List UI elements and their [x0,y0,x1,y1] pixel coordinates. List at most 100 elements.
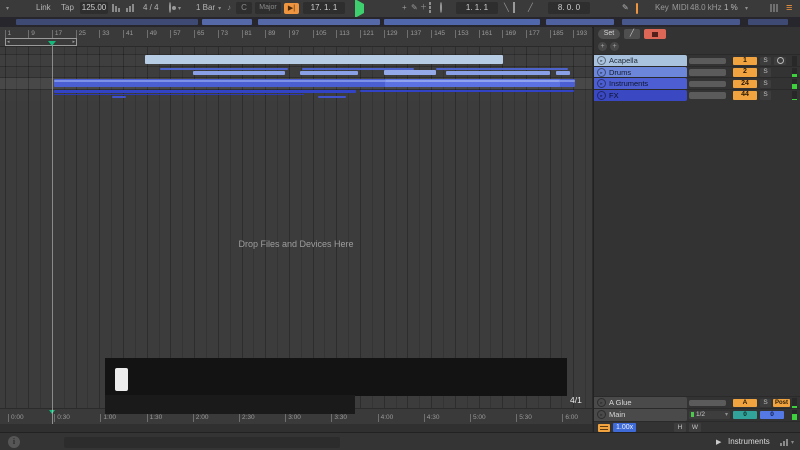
arrangement-clip[interactable] [112,96,126,98]
keyboard-icon [636,3,638,14]
solo-button[interactable]: S [760,91,771,100]
arrangement-clip[interactable] [300,71,358,75]
arrangement-clip[interactable] [384,70,436,75]
arm-button[interactable] [774,57,786,66]
post-button[interactable]: Post [773,399,790,408]
grid-line [396,46,397,408]
tap-tempo-button[interactable]: Tap [61,2,74,14]
output-meter-icon[interactable]: ▾ [780,438,794,446]
solo-button[interactable]: S [760,57,771,66]
capture-midi-button[interactable]: ＋ [420,2,427,14]
beat-time-ruler[interactable]: ◂▸ 1917253341495765738189971051131211291… [0,27,592,47]
tempo-field[interactable]: 125.00 [80,2,108,14]
cpu-menu-button[interactable]: ▾ [745,2,748,14]
link-button[interactable]: Link [36,2,51,14]
track-assign-number[interactable]: 44 [733,91,757,100]
time-label: 3:30 [331,414,347,422]
session-record-button[interactable] [429,2,431,14]
arrangement-clip[interactable] [193,71,285,75]
arrangement-clip[interactable] [54,90,356,94]
send-a-badge[interactable]: A [733,399,757,408]
nudge-up-button[interactable] [126,2,134,14]
main-volume-field[interactable]: 0 [760,411,784,420]
scale-root-menu[interactable]: C [236,2,252,14]
draw-mode-button[interactable]: ✎ [622,2,629,14]
punch-in-button[interactable]: ╲ [504,2,509,14]
arrangement-position-field[interactable]: 17. 1. 1 [303,2,345,14]
track-volume-slider[interactable] [689,69,726,76]
return-track-header[interactable]: ▸A Glue A S Post [594,396,800,409]
arrangement-clip[interactable] [446,71,550,75]
arrangement-clip[interactable] [145,55,503,64]
solo-button[interactable]: S [760,68,771,77]
options-menu-button[interactable]: ▾ [4,2,9,14]
track-assign-number[interactable]: 24 [733,80,757,89]
play-button[interactable] [355,3,364,15]
back-to-arrangement-button[interactable] [644,29,666,39]
automation-mode-button[interactable]: ╱ [624,29,640,39]
track-volume-slider[interactable] [689,92,726,99]
overview-clip-segment [16,19,198,25]
zoom-amount-field[interactable]: 1.00x [613,423,636,432]
time-signature-field[interactable]: 4 / 4 [143,2,159,14]
info-icon[interactable]: i [8,436,20,448]
white-marker[interactable] [115,368,128,391]
return-track-name[interactable]: ▸A Glue [594,397,687,409]
track-assign-number[interactable]: 2 [733,68,757,77]
arrangement-clip[interactable] [54,94,304,96]
panel-circle-button-1[interactable]: + [598,42,607,51]
computer-midi-keyboard-button[interactable] [636,3,638,15]
arrangement-clip[interactable] [360,90,574,93]
hamburger-menu-button[interactable]: ≡ [786,2,792,14]
master-lane-region[interactable] [105,358,567,396]
grid-line [360,46,361,408]
arrangement-clip[interactable] [556,71,570,75]
track-assign-number[interactable]: 1 [733,57,757,66]
loop-brace[interactable]: ◂▸ [5,38,77,46]
metronome-button[interactable]: ▾ [169,2,181,14]
nudge-down-icon [112,3,120,12]
bar-number: 89 [265,30,275,38]
arrangement-clip[interactable] [160,68,288,71]
follow-button[interactable]: ▶| [284,3,299,14]
track-name[interactable]: ▸FX [594,90,687,102]
grid-line [182,46,183,408]
loop-region-button[interactable] [513,2,515,14]
optimize-height-button[interactable]: H [674,423,686,432]
solo-button[interactable]: S [760,80,771,89]
grid-line [277,46,278,408]
zoom-grid-icon[interactable] [598,424,610,432]
solo-button[interactable]: S [760,399,771,408]
panel-circle-button-2[interactable]: + [610,42,619,51]
loop-start-field[interactable]: 1. 1. 1 [456,2,498,14]
arrangement-area[interactable]: ◂▸ 1917253341495765738189971051131211291… [0,27,592,432]
master-lane-subregion[interactable] [105,395,355,414]
midi-overdub-button[interactable]: + [402,2,407,14]
scale-name-menu[interactable]: Major [255,2,281,14]
track-volume-slider[interactable] [689,58,726,65]
bar-number: 129 [384,30,398,38]
arrangement-clip[interactable] [385,80,560,82]
arrangement-clip[interactable] [318,96,346,98]
main-track-header[interactable]: ▸Main 1/2▾ 0 0 [594,408,800,421]
set-locator-button[interactable]: Set [598,29,620,39]
optimize-width-button[interactable]: W [689,423,701,432]
loop-toggle-button[interactable] [440,2,442,14]
cue-out-selector[interactable]: 1/2▾ [689,411,730,420]
automation-arm-button[interactable]: ✎ [411,2,418,14]
return-volume-slider[interactable] [689,400,726,407]
punch-out-button[interactable]: ╱ [528,2,533,14]
track-volume-slider[interactable] [689,81,726,88]
horizontal-scroll-area[interactable] [0,424,592,432]
track-header[interactable]: ▸FX 44S [594,89,800,102]
nudge-down-button[interactable] [112,2,120,14]
loop-length-field[interactable]: 8. 0. 0 [548,2,590,14]
cue-volume-field[interactable]: 0 [733,411,757,420]
quantize-menu[interactable]: 1 Bar▾ [196,2,221,14]
arrangement-clip[interactable] [436,68,568,71]
selected-track-label[interactable]: Instruments [728,437,770,446]
main-track-name[interactable]: ▸Main [594,409,687,421]
key-map-toggle[interactable]: Key [655,2,669,14]
bar-number: 145 [431,30,445,38]
midi-map-toggle[interactable]: MIDI [672,2,689,14]
